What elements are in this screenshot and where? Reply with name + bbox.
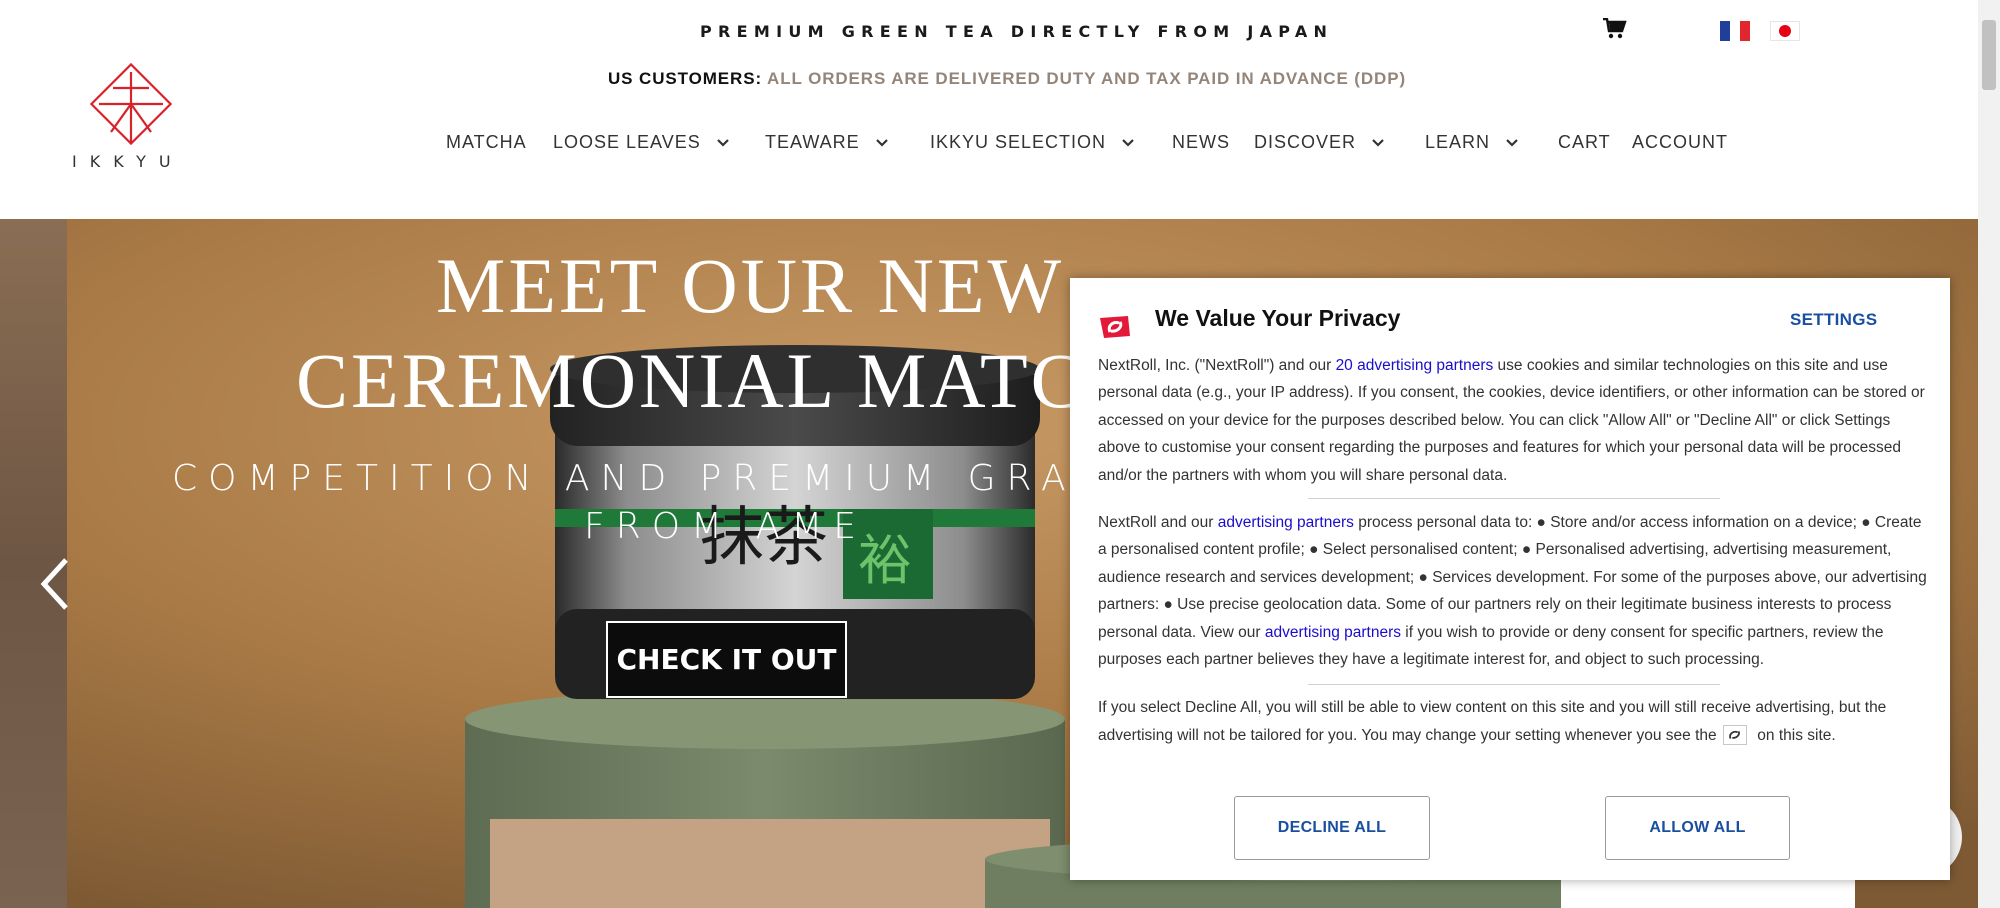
advertising-partners-link[interactable]: 20 advertising partners <box>1336 357 1494 374</box>
site-header: PREMIUM GREEN TEA DIRECTLY FROM JAPAN US… <box>0 0 1978 219</box>
nav-item-label: CART <box>1558 132 1611 152</box>
nav-item-label: LEARN <box>1425 132 1491 152</box>
check-it-out-button[interactable]: CHECK IT OUT <box>606 621 847 698</box>
nav-item-label: LOOSE LEAVES <box>553 132 701 152</box>
consent-paragraph-2: NextRoll and our advertising partners pr… <box>1098 509 1930 673</box>
nav-item-news[interactable]: NEWS <box>1172 132 1230 153</box>
ikkyu-logo[interactable]: IKKYU <box>70 56 200 176</box>
nav-item-matcha[interactable]: MATCHA <box>446 132 527 153</box>
consent-text: NextRoll and our <box>1098 514 1218 532</box>
shopping-cart-icon[interactable] <box>1603 18 1627 40</box>
consent-paragraph-1: NextRoll, Inc. ("NextRoll") and our 20 a… <box>1098 352 1930 489</box>
hero-title-line-2: CEREMONIAL MATCH <box>296 337 1145 424</box>
scrollbar-thumb[interactable] <box>1982 20 1996 90</box>
chevron-left-icon[interactable] <box>38 556 72 612</box>
hero-title-line-1: MEET OUR NEW <box>436 242 1065 329</box>
chevron-down-icon <box>875 138 888 147</box>
consent-title: We Value Your Privacy <box>1155 305 1401 331</box>
nav-item-label: IKKYU SELECTION <box>930 132 1107 152</box>
settings-button[interactable]: SETTINGS <box>1790 310 1877 330</box>
logo-wordmark: IKKYU <box>72 152 184 171</box>
decline-all-button[interactable]: DECLINE ALL <box>1234 796 1430 860</box>
chevron-down-icon <box>1122 138 1134 147</box>
header-tagline: PREMIUM GREEN TEA DIRECTLY FROM JAPAN <box>700 22 1334 41</box>
nav-item-discover[interactable]: DISCOVER <box>1254 132 1386 153</box>
page-scrollbar[interactable] <box>1978 0 2000 908</box>
nav-item-label: DISCOVER <box>1254 132 1357 152</box>
consent-text: use cookies and similar technologies on … <box>1098 357 1925 484</box>
consent-paragraph-3: If you select Decline All, you will stil… <box>1098 694 1930 749</box>
nav-item-label: ACCOUNT <box>1632 132 1728 152</box>
nav-item-label: MATCHA <box>446 132 527 152</box>
consent-body: NextRoll, Inc. ("NextRoll") and our 20 a… <box>1098 352 1930 749</box>
ikkyu-logo-mark-icon <box>89 62 173 146</box>
nav-item-teaware[interactable]: TEAWARE <box>765 132 890 153</box>
chevron-down-icon <box>716 138 729 147</box>
language-fr-flag-icon[interactable] <box>1720 21 1750 41</box>
advertising-partners-link[interactable]: advertising partners <box>1218 514 1354 531</box>
consent-text: on this site. <box>1752 726 1836 744</box>
nav-item-learn[interactable]: LEARN <box>1425 132 1520 153</box>
consent-text: NextRoll, Inc. ("NextRoll") and our <box>1098 357 1336 374</box>
nav-item-label: TEAWARE <box>765 132 860 152</box>
divider <box>1308 498 1720 500</box>
us-customers-label: US CUSTOMERS: <box>608 69 763 88</box>
nextroll-small-logo-icon <box>1722 724 1747 745</box>
us-customers-text: ALL ORDERS ARE DELIVERED DUTY AND TAX PA… <box>767 69 1407 88</box>
consent-text: process personal data to: ● Store and/or… <box>1098 514 1927 641</box>
allow-all-button[interactable]: ALLOW ALL <box>1605 796 1790 860</box>
nav-item-cart[interactable]: CART <box>1558 132 1611 153</box>
advertising-partners-link[interactable]: advertising partners <box>1265 624 1401 641</box>
nav-item-loose-leaves[interactable]: LOOSE LEAVES <box>553 132 731 153</box>
chevron-down-icon <box>1372 138 1384 147</box>
chevron-down-icon <box>1506 138 1518 147</box>
hero-subtitle-line-1: COMPETITION AND PREMIUM GRADE <box>172 458 1150 499</box>
language-jp-flag-icon[interactable] <box>1770 21 1800 41</box>
nextroll-logo-icon <box>1100 316 1130 338</box>
nav-item-account[interactable]: ACCOUNT <box>1632 132 1728 153</box>
nav-item-label: NEWS <box>1172 132 1230 152</box>
hero-subtitle-line-2: FROM AME <box>584 506 867 547</box>
privacy-consent-dialog: We Value Your Privacy SETTINGS NextRoll,… <box>1070 278 1950 880</box>
nav-item-ikkyu-selection[interactable]: IKKYU SELECTION <box>930 132 1136 153</box>
divider <box>1308 684 1720 686</box>
us-customers-notice: US CUSTOMERS: ALL ORDERS ARE DELIVERED D… <box>608 69 1406 89</box>
